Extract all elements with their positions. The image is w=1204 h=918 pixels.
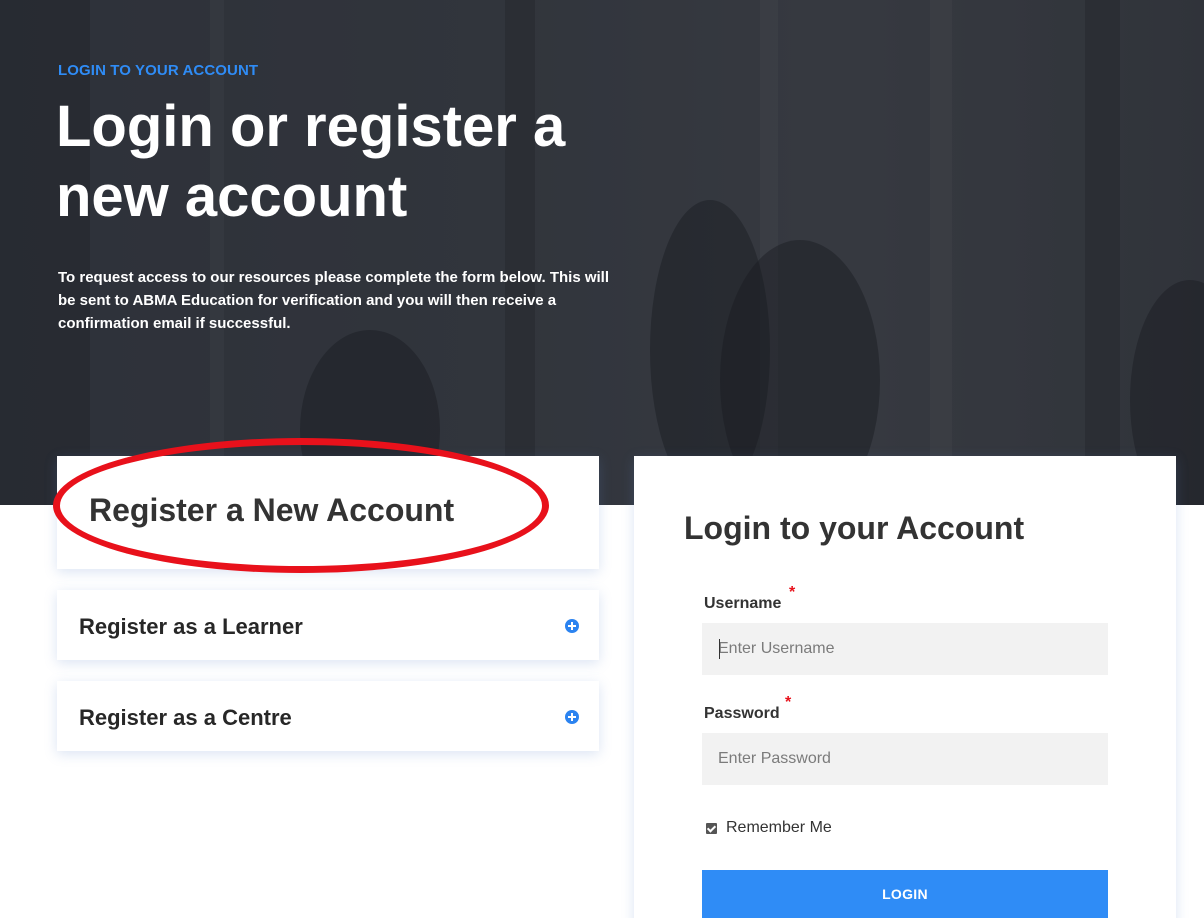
username-input[interactable] [702,623,1108,675]
login-card: Login to your Account Username * Passwor… [634,456,1176,918]
accordion-register-learner[interactable]: Register as a Learner [57,590,599,660]
plus-circle-icon[interactable] [565,710,579,724]
login-button[interactable]: LOGIN [702,870,1108,918]
highlight-annotation [53,438,549,573]
checkbox-checked-icon[interactable] [706,822,717,834]
password-label: Password [704,705,780,722]
accordion-register-centre[interactable]: Register as a Centre [57,681,599,751]
hero-banner: LOGIN TO YOUR ACCOUNT Login or register … [0,0,1204,505]
required-marker: * [789,584,796,601]
page-title: Login or register a new account [56,94,566,229]
accordion-label: Register as a Centre [79,705,292,730]
accordion-label: Register as a Learner [79,614,303,639]
text-cursor [719,639,720,659]
hero-description: To request access to our resources pleas… [58,269,609,332]
plus-circle-icon[interactable] [565,619,579,633]
password-input[interactable] [702,733,1108,785]
username-label: Username [704,595,782,612]
remember-me-label[interactable]: Remember Me [726,819,832,837]
required-marker: * [785,694,792,711]
login-title: Login to your Account [684,510,1025,546]
remember-me-row[interactable]: Remember Me [706,819,832,837]
hero-eyebrow: LOGIN TO YOUR ACCOUNT [58,62,259,79]
